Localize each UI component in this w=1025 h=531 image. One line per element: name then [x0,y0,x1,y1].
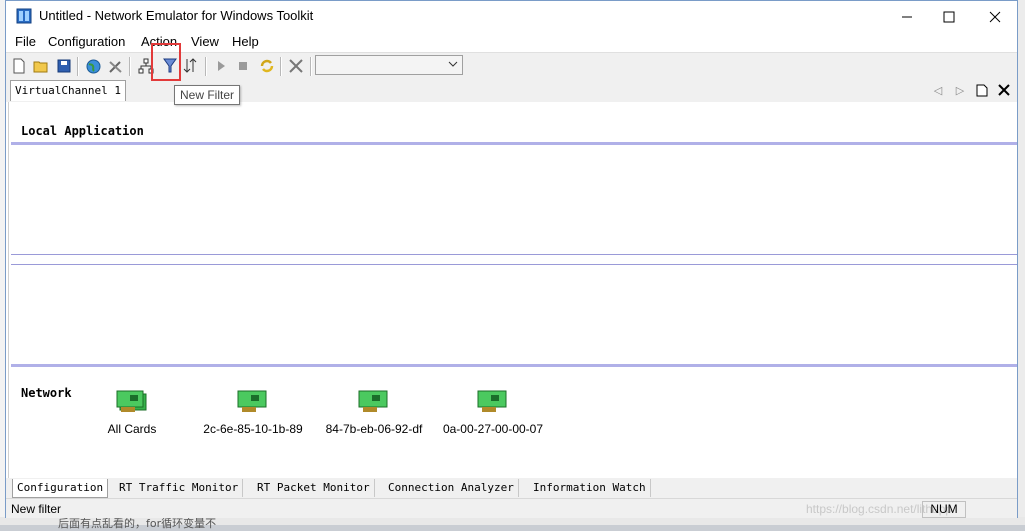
toolbar-separator [129,57,131,76]
maximize-button[interactable] [926,1,972,32]
network-card-label: 84-7b-eb-06-92-df [325,422,423,436]
open-folder-icon[interactable] [32,57,50,75]
network-card[interactable]: 2c-6e-85-10-1b-89 [198,390,308,436]
section-divider [11,254,1017,255]
network-card-icon [477,390,509,416]
menu-view[interactable]: View [191,34,219,49]
network-card-icon [237,390,269,416]
stop-icon[interactable] [234,57,252,75]
tab-virtualchannel-1[interactable]: VirtualChannel 1 [10,80,126,101]
channel-combo[interactable] [315,55,463,75]
tooltip: New Filter [174,85,241,105]
local-application-label: Local Application [21,124,144,138]
section-divider [11,142,1017,145]
toolbar-separator [205,57,207,76]
tab-rt-packet-monitor[interactable]: RT Packet Monitor [253,479,375,497]
background-text: 后面有点乱看的，for循环变量不 [0,517,1025,530]
save-icon[interactable] [55,57,73,75]
new-document-icon[interactable] [10,57,28,75]
chevron-down-icon [448,58,458,72]
close-button[interactable] [972,1,1018,32]
menu-help[interactable]: Help [232,34,259,49]
new-tab-icon[interactable] [974,82,990,98]
document-tab-row: VirtualChannel 1 ◁ ▷ [6,78,1017,102]
network-card-label: All Cards [107,422,157,436]
tab-information-watch[interactable]: Information Watch [529,479,651,497]
title-bar: Untitled - Network Emulator for Windows … [6,1,1017,32]
network-label: Network [21,386,72,400]
num-lock-indicator: NUM [922,501,966,518]
menu-configuration[interactable]: Configuration [48,34,125,49]
menu-file[interactable]: File [15,34,36,49]
minimize-button[interactable] [884,1,930,32]
network-card-icon [358,390,390,416]
background-strip-right [1018,0,1025,525]
network-card-label: 2c-6e-85-10-1b-89 [203,422,303,436]
tools-icon[interactable] [107,57,125,75]
toolbar-separator [77,57,79,76]
highlight-box [151,43,181,81]
tab-connection-analyzer[interactable]: Connection Analyzer [384,479,519,497]
globe-icon[interactable] [84,57,102,75]
status-bar: New filter https://blog.csdn.net/lithapp… [6,498,1017,518]
tab-configuration[interactable]: Configuration [12,479,109,498]
channel-canvas: Local Application Network All Cards 2c-6… [8,102,1017,478]
toolbar-separator [310,57,312,76]
disconnect-icon[interactable] [287,57,305,75]
network-card[interactable]: 0a-00-27-00-00-07 [438,390,548,436]
section-divider [11,264,1017,265]
play-icon[interactable] [212,57,230,75]
sort-icon[interactable] [181,57,199,75]
close-tab-icon[interactable] [996,82,1012,98]
status-text: New filter [11,502,62,516]
app-icon [16,8,32,24]
network-card[interactable]: 84-7b-eb-06-92-df [319,390,429,436]
network-card-label: 0a-00-27-00-00-07 [442,422,544,436]
refresh-icon[interactable] [258,57,276,75]
network-card-all[interactable]: All Cards [77,390,187,436]
tab-next-icon[interactable]: ▷ [952,82,968,98]
network-card-icon [116,390,148,416]
bottom-tab-bar: Configuration RT Traffic Monitor RT Pack… [6,478,1017,498]
tab-prev-icon[interactable]: ◁ [930,82,946,98]
window-title: Untitled - Network Emulator for Windows … [39,8,314,23]
toolbar-separator [280,57,282,76]
section-divider [11,364,1017,367]
tab-rt-traffic-monitor[interactable]: RT Traffic Monitor [115,479,244,497]
